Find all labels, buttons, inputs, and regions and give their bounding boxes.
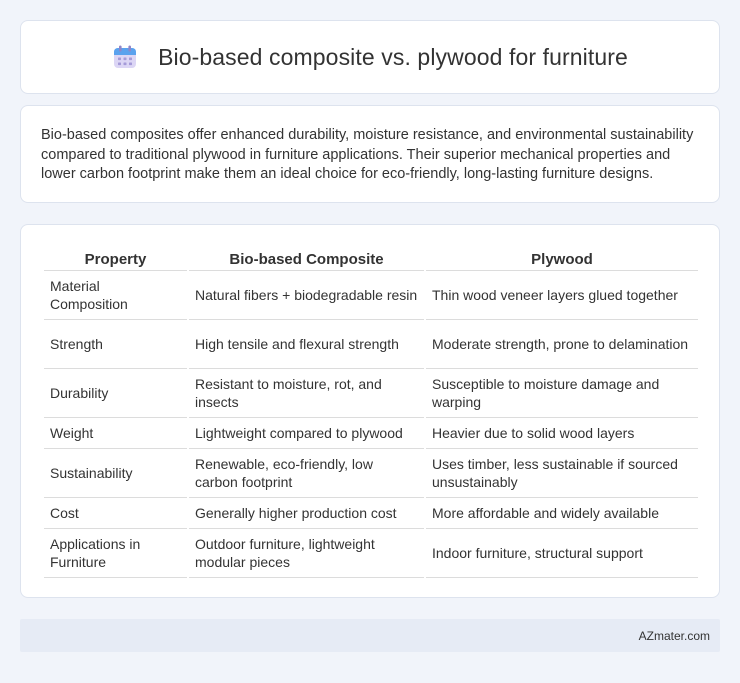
cell-plywood: Uses timber, less sustainable if sourced… xyxy=(426,449,698,498)
cell-bio-based: Resistant to moisture, rot, and insects xyxy=(189,369,424,418)
summary-card: Bio-based composites offer enhanced dura… xyxy=(20,105,720,203)
comparison-table: Property Bio-based Composite Plywood Mat… xyxy=(42,245,700,578)
cell-plywood: Heavier due to solid wood layers xyxy=(426,418,698,449)
cell-bio-based: Generally higher production cost xyxy=(189,498,424,529)
cell-bio-based: Renewable, eco-friendly, low carbon foot… xyxy=(189,449,424,498)
header-property: Property xyxy=(44,245,187,271)
table-row: Sustainability Renewable, eco-friendly, … xyxy=(44,449,698,498)
cell-property: Weight xyxy=(44,418,187,449)
page: Bio-based composite vs. plywood for furn… xyxy=(0,0,740,683)
cell-bio-based: Outdoor furniture, lightweight modular p… xyxy=(189,529,424,578)
cell-plywood: Moderate strength, prone to delamination xyxy=(426,320,698,369)
header-bio-based-composite: Bio-based Composite xyxy=(189,245,424,271)
page-title: Bio-based composite vs. plywood for furn… xyxy=(158,43,628,70)
table-row: Weight Lightweight compared to plywood H… xyxy=(44,418,698,449)
footer-site-name: AZmater.com xyxy=(638,628,710,643)
cell-property: Cost xyxy=(44,498,187,529)
cell-bio-based: High tensile and flexural strength xyxy=(189,320,424,369)
header-plywood: Plywood xyxy=(426,245,698,271)
cell-plywood: More affordable and widely available xyxy=(426,498,698,529)
table-row: Strength High tensile and flexural stren… xyxy=(44,320,698,369)
cell-property: Applications in Furniture xyxy=(44,529,187,578)
cell-property: Sustainability xyxy=(44,449,187,498)
title-card: Bio-based composite vs. plywood for furn… xyxy=(20,20,720,94)
cell-bio-based: Lightweight compared to plywood xyxy=(189,418,424,449)
title-group: Bio-based composite vs. plywood for furn… xyxy=(112,44,628,71)
cell-property: Strength xyxy=(44,320,187,369)
table-row: Durability Resistant to moisture, rot, a… xyxy=(44,369,698,418)
table-row: Material Composition Natural fibers + bi… xyxy=(44,271,698,320)
cell-plywood: Thin wood veneer layers glued together xyxy=(426,271,698,320)
table-row: Cost Generally higher production cost Mo… xyxy=(44,498,698,529)
summary-text: Bio-based composites offer enhanced dura… xyxy=(41,127,694,182)
cell-property: Material Composition xyxy=(44,271,187,320)
table-row: Applications in Furniture Outdoor furnit… xyxy=(44,529,698,578)
cell-plywood: Susceptible to moisture damage and warpi… xyxy=(426,369,698,418)
cell-bio-based: Natural fibers + biodegradable resin xyxy=(189,271,424,320)
footer: AZmater.com xyxy=(20,619,720,652)
table-header-row: Property Bio-based Composite Plywood xyxy=(44,245,698,271)
calendar-icon xyxy=(114,45,137,68)
comparison-card: Property Bio-based Composite Plywood Mat… xyxy=(20,224,720,598)
cell-property: Durability xyxy=(44,369,187,418)
cell-plywood: Indoor furniture, structural support xyxy=(426,529,698,578)
